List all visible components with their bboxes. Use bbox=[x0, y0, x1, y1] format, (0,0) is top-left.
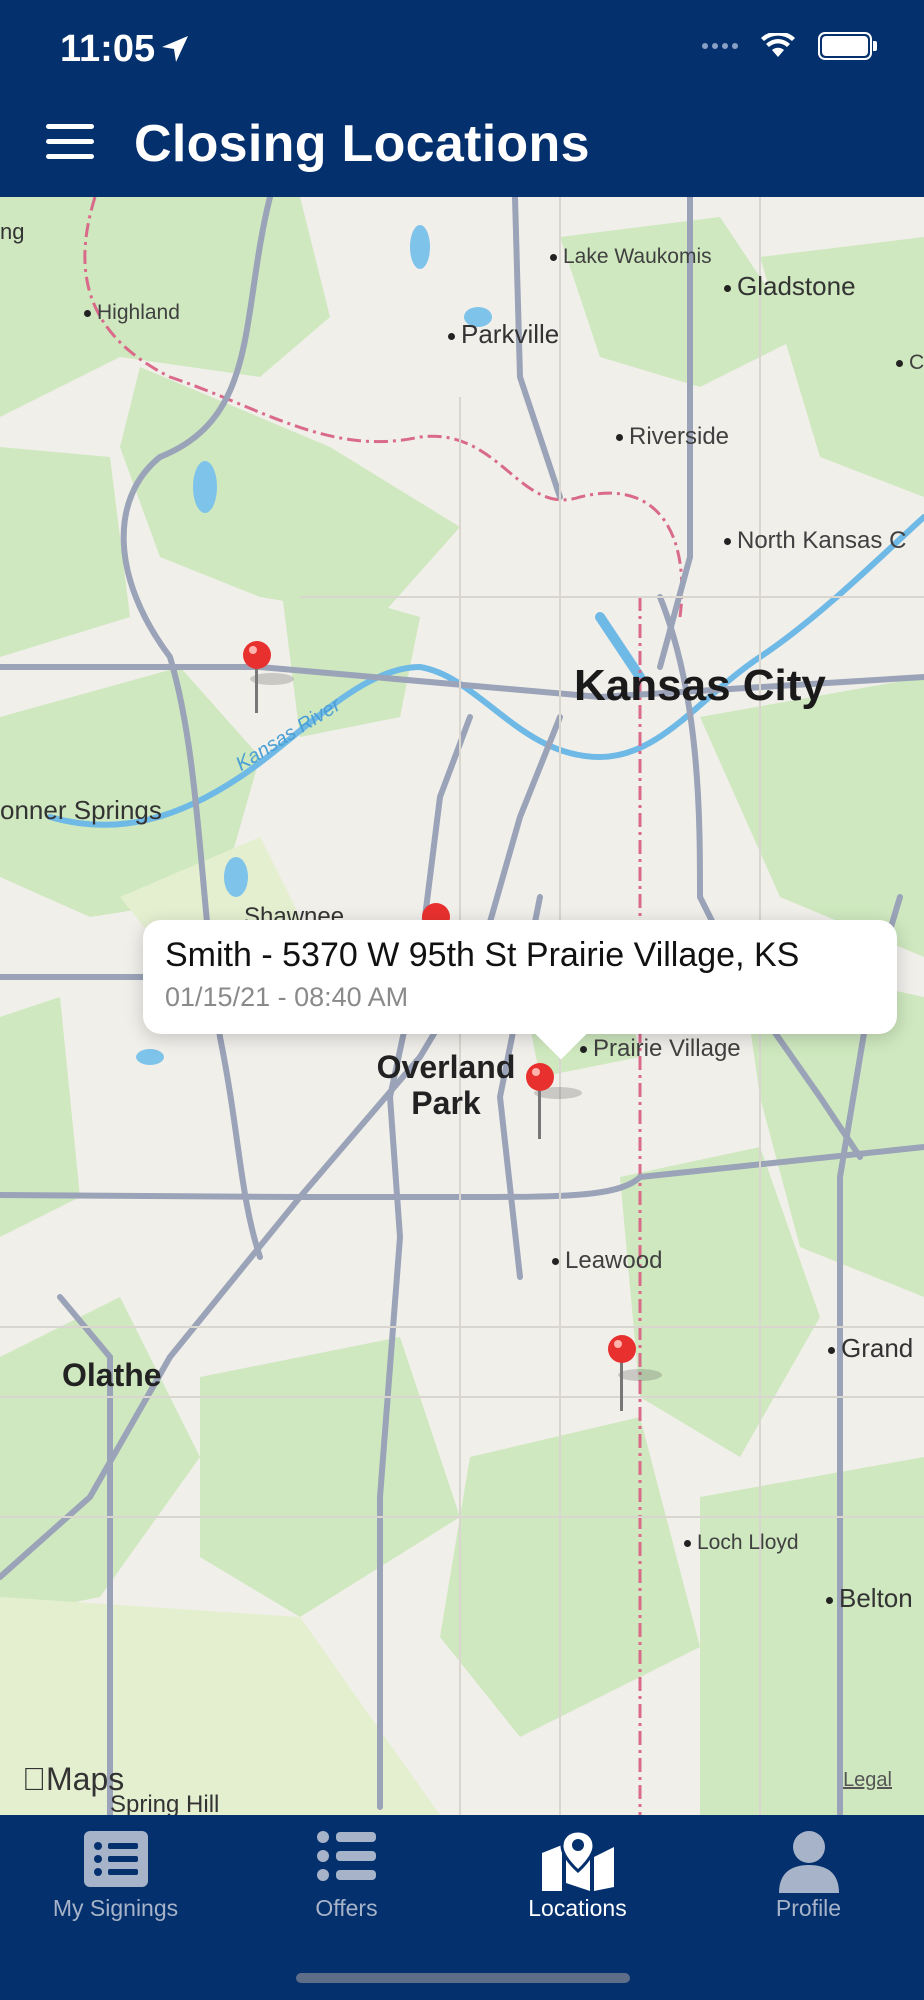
tab-offers[interactable]: Offers bbox=[231, 1815, 462, 1945]
status-time: 11:05 bbox=[60, 28, 156, 70]
status-indicators bbox=[702, 32, 877, 60]
list-box-icon bbox=[83, 1831, 148, 1887]
place-label: Riverside bbox=[616, 423, 729, 451]
place-label: Prairie Village bbox=[580, 1035, 741, 1063]
place-label: North Kansas C bbox=[724, 527, 906, 555]
tab-profile[interactable]: Profile bbox=[693, 1815, 924, 1945]
place-label: ng bbox=[0, 219, 25, 244]
tab-my-signings[interactable]: My Signings bbox=[0, 1815, 231, 1945]
place-label: Leawood bbox=[552, 1247, 662, 1275]
place-label: onner Springs bbox=[0, 795, 162, 825]
place-label-overland-park: Overland Park bbox=[376, 1049, 516, 1121]
tab-label: My Signings bbox=[52, 1895, 179, 1921]
place-label-olathe: Olathe bbox=[62, 1357, 162, 1393]
tab-bar: My Signings Offers Locations Profile bbox=[0, 1815, 924, 2000]
place-label: Lake Waukomis bbox=[550, 245, 712, 269]
location-callout[interactable]: Smith - 5370 W 95th St Prairie Village, … bbox=[143, 920, 897, 1034]
place-label: Grand bbox=[828, 1333, 913, 1364]
tab-label: Locations bbox=[528, 1895, 627, 1921]
place-label: Highland bbox=[84, 301, 180, 325]
tab-label: Offers bbox=[315, 1895, 378, 1921]
page-title: Closing Locations bbox=[134, 115, 590, 173]
signal-icon bbox=[702, 43, 738, 49]
menu-button[interactable] bbox=[46, 124, 94, 160]
person-icon bbox=[778, 1831, 839, 1893]
place-label: C bbox=[896, 351, 924, 375]
place-label: Parkville bbox=[448, 319, 559, 350]
location-arrow-icon bbox=[162, 36, 188, 62]
legal-link[interactable]: Legal bbox=[843, 1769, 892, 1792]
map-pin-icon bbox=[541, 1829, 614, 1891]
place-label: Spring Hill bbox=[110, 1791, 220, 1815]
tab-locations[interactable]: Locations bbox=[462, 1815, 693, 1945]
apple-maps-logo: Maps bbox=[22, 1761, 124, 1797]
place-label: Belton bbox=[826, 1583, 913, 1614]
callout-title: Smith - 5370 W 95th St Prairie Village, … bbox=[165, 936, 800, 974]
home-indicator bbox=[296, 1973, 630, 1983]
place-label: Loch Lloyd bbox=[684, 1531, 799, 1555]
tab-label: Profile bbox=[775, 1895, 842, 1921]
place-label-kansas-city: Kansas City bbox=[574, 661, 826, 710]
callout-subtitle: 01/15/21 - 08:40 AM bbox=[165, 982, 409, 1012]
wifi-icon bbox=[761, 33, 795, 57]
place-label: Gladstone bbox=[724, 271, 856, 302]
battery-icon bbox=[818, 32, 877, 60]
list-icon bbox=[316, 1831, 376, 1881]
top-bar: 11:05 Closing Locations bbox=[0, 0, 924, 197]
